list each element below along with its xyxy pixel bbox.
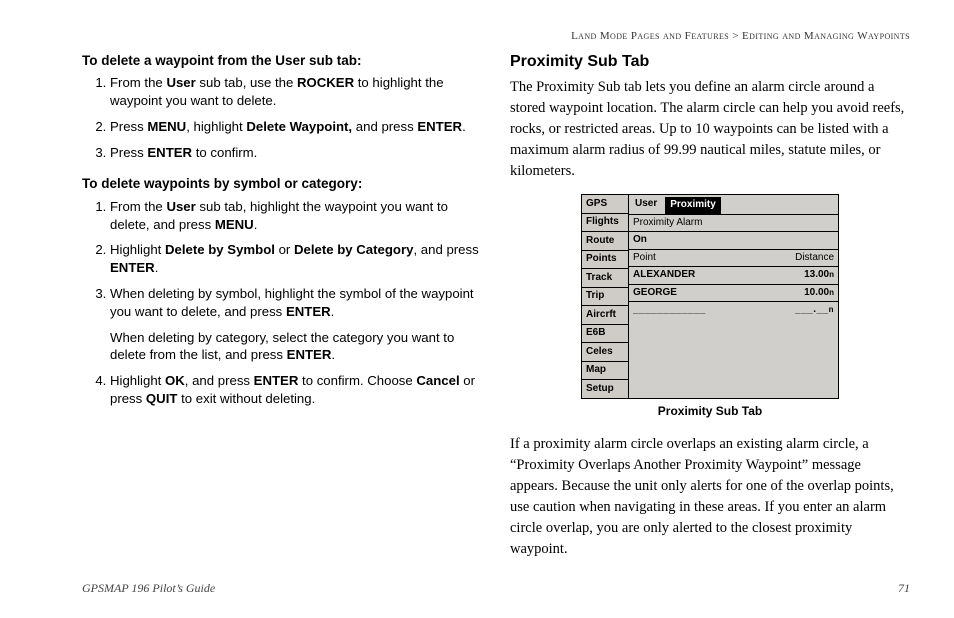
- step2-3: When deleting by symbol, highlight the s…: [110, 285, 482, 364]
- screenshot-main: User Proximity Proximity Alarm On Point …: [629, 195, 838, 398]
- label-proximity-alarm: Proximity Alarm: [629, 215, 838, 233]
- table-header: Point Distance: [629, 250, 838, 268]
- side-item: E6B: [582, 325, 628, 344]
- proximity-para1: The Proximity Sub tab lets you define an…: [510, 77, 910, 182]
- step-3: Press ENTER to confirm.: [110, 144, 482, 162]
- row-name-blank: ____________: [633, 303, 706, 318]
- screenshot-sidebar: GPS Flights Route Points Track Trip Airc…: [582, 195, 629, 398]
- table-row: GEORGE 10.00n: [629, 285, 838, 303]
- tab-user: User: [633, 197, 659, 214]
- breadcrumb-sub: Editing and Managing Waypoints: [742, 30, 910, 42]
- proximity-heading: Proximity Sub Tab: [510, 50, 910, 73]
- breadcrumb-sep: >: [732, 30, 739, 42]
- tab-proximity: Proximity: [665, 197, 721, 214]
- side-item: Setup: [582, 380, 628, 398]
- value-on: On: [629, 232, 838, 250]
- side-item: Aircrft: [582, 306, 628, 325]
- side-item: GPS: [582, 195, 628, 214]
- step2-3-cont: When deleting by category, select the ca…: [110, 329, 482, 365]
- row-dist: 10.00n: [804, 286, 834, 301]
- step2-1: From the User sub tab, highlight the way…: [110, 198, 482, 234]
- steps-list-2: From the User sub tab, highlight the way…: [82, 198, 482, 408]
- row-name: GEORGE: [633, 286, 677, 301]
- footer-page-number: 71: [898, 581, 910, 596]
- column-right: Proximity Sub Tab The Proximity Sub tab …: [510, 50, 910, 560]
- side-item: Track: [582, 269, 628, 288]
- breadcrumb-section: Land Mode Pages and Features: [571, 30, 729, 42]
- steps-list-1: From the User sub tab, use the ROCKER to…: [82, 74, 482, 161]
- section-heading-2: To delete waypoints by symbol or categor…: [82, 175, 482, 193]
- device-screenshot: GPS Flights Route Points Track Trip Airc…: [581, 194, 839, 399]
- table-row-blank: ____________ ___.__n: [629, 302, 838, 319]
- row-dist: 13.00n: [804, 268, 834, 283]
- table-row: ALEXANDER 13.00n: [629, 267, 838, 285]
- side-item: Trip: [582, 288, 628, 307]
- side-item: Route: [582, 232, 628, 251]
- step-2: Press MENU, highlight Delete Waypoint, a…: [110, 118, 482, 136]
- side-item: Celes: [582, 343, 628, 362]
- col-distance: Distance: [795, 251, 834, 266]
- col-point: Point: [633, 251, 656, 266]
- step-1: From the User sub tab, use the ROCKER to…: [110, 74, 482, 110]
- page-footer: GPSMAP 196 Pilot’s Guide 71: [82, 581, 910, 596]
- side-item: Map: [582, 362, 628, 381]
- row-name: ALEXANDER: [633, 268, 695, 283]
- step2-4: Highlight OK, and press ENTER to confirm…: [110, 372, 482, 408]
- section-heading-1: To delete a waypoint from the User sub t…: [82, 52, 482, 70]
- row-dist-blank: ___.__n: [795, 303, 834, 318]
- proximity-para2: If a proximity alarm circle overlaps an …: [510, 434, 910, 560]
- footer-guide: GPSMAP 196 Pilot’s Guide: [82, 581, 215, 596]
- side-item: Points: [582, 251, 628, 270]
- breadcrumb: Land Mode Pages and Features > Editing a…: [0, 0, 954, 50]
- screenshot-caption: Proximity Sub Tab: [510, 403, 910, 420]
- step2-2: Highlight Delete by Symbol or Delete by …: [110, 241, 482, 277]
- column-left: To delete a waypoint from the User sub t…: [82, 50, 482, 560]
- side-item: Flights: [582, 214, 628, 233]
